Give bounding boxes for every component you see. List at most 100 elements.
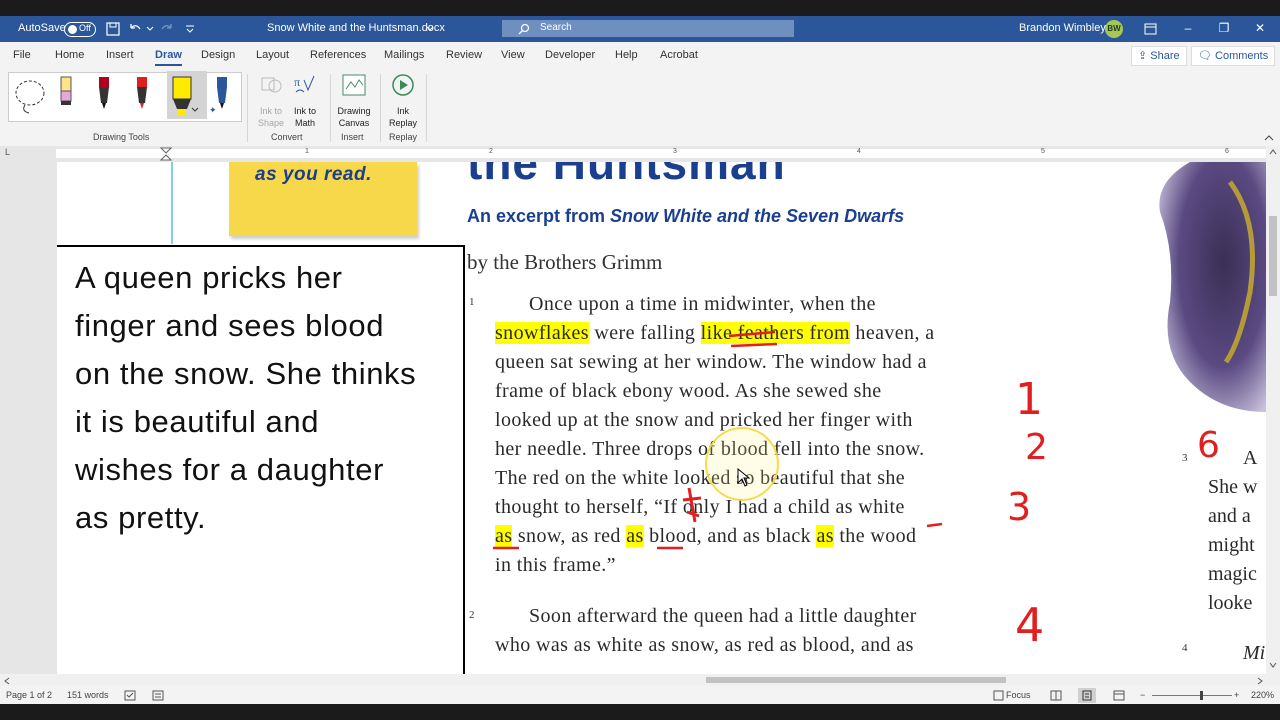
read-mode-icon[interactable]	[1050, 690, 1062, 701]
ink-to-math-button[interactable]: π Ink to Math	[288, 72, 322, 129]
ruler-number: 6	[1225, 148, 1229, 155]
illustration-image	[1159, 162, 1266, 412]
scroll-down-icon[interactable]	[1269, 662, 1277, 668]
ink-number: 2	[1025, 427, 1048, 468]
byline: by the Brothers Grimm	[467, 250, 663, 274]
ribbon-display-options-icon[interactable]	[1144, 23, 1157, 35]
scroll-thumb[interactable]	[1269, 216, 1277, 296]
autosave-toggle[interactable]: Off	[64, 22, 96, 37]
close-button[interactable]: ✕	[1250, 19, 1270, 37]
tab-references[interactable]: References	[310, 49, 366, 61]
ink-to-shape-icon	[261, 77, 282, 93]
macro-recording-icon[interactable]	[152, 690, 164, 701]
eraser-icon[interactable]	[55, 75, 77, 115]
action-pen-icon[interactable]: ✦	[209, 75, 235, 115]
focus-label[interactable]: Focus	[1006, 690, 1031, 700]
tab-selector-icon[interactable]: L	[5, 147, 10, 157]
zoom-level[interactable]: 220%	[1251, 690, 1274, 700]
zoom-slider-thumb[interactable]	[1200, 691, 1203, 700]
scroll-up-icon[interactable]	[1269, 149, 1277, 155]
tab-layout[interactable]: Layout	[256, 49, 289, 61]
svg-text:π: π	[294, 75, 300, 89]
pen-red-icon[interactable]	[131, 75, 153, 115]
tab-insert[interactable]: Insert	[106, 49, 134, 61]
drawing-canvas-button[interactable]: Drawing Canvas	[334, 72, 374, 129]
undo-icon[interactable]	[128, 22, 142, 36]
vertical-ruler	[6, 162, 16, 674]
tab-acrobat[interactable]: Acrobat	[660, 49, 698, 61]
ink-to-shape-button: Ink to Shape	[254, 72, 288, 129]
minimize-button[interactable]: –	[1178, 19, 1198, 37]
ink-number: 6	[1197, 425, 1220, 466]
pen-black-red-icon[interactable]	[93, 75, 115, 115]
page-count[interactable]: Page 1 of 2	[6, 690, 52, 700]
zoom-in-button[interactable]: +	[1234, 690, 1239, 700]
paragraph-number: 4	[1182, 642, 1188, 654]
ink-replay-button[interactable]: Ink Replay	[386, 72, 420, 129]
screen-top-strip	[0, 0, 1280, 16]
vertical-scrollbar[interactable]	[1266, 146, 1280, 674]
web-layout-icon[interactable]	[1113, 690, 1125, 701]
ink-to-math-label-1: Ink to	[293, 106, 316, 116]
ribbon: ✦ Drawing Tools Ink to Shape π Ink to Ma…	[0, 68, 1280, 147]
customize-toolbar-icon[interactable]	[185, 24, 195, 34]
document-title[interactable]: Snow White and the Huntsman.docx	[267, 22, 445, 34]
status-bar: Page 1 of 2 151 words Focus − + 220%	[0, 686, 1280, 704]
title-dropdown-icon[interactable]	[426, 26, 434, 32]
drawing-canvas-icon	[342, 74, 366, 96]
summary-line: on the snow. She thinks	[75, 356, 417, 391]
comment-icon: 🗨	[1198, 50, 1216, 62]
proofing-icon[interactable]	[124, 690, 136, 701]
ruler-number: 1	[305, 148, 309, 155]
tab-developer[interactable]: Developer	[545, 49, 595, 61]
tab-design[interactable]: Design	[201, 49, 235, 61]
focus-icon[interactable]	[993, 690, 1004, 701]
share-button[interactable]: ⇪ Share	[1131, 46, 1187, 66]
search-box[interactable]: Search	[502, 20, 794, 37]
collapse-ribbon-icon[interactable]	[1264, 134, 1274, 142]
tab-file[interactable]: File	[13, 49, 31, 61]
print-layout-icon[interactable]	[1081, 690, 1093, 701]
ruler-track	[56, 149, 1266, 158]
save-icon[interactable]	[106, 22, 120, 36]
ink-to-shape-label-2: Shape	[257, 118, 285, 128]
zoom-slider-track[interactable]	[1152, 695, 1232, 696]
word-count[interactable]: 151 words	[67, 690, 109, 700]
highlighter-dropdown-icon[interactable]	[191, 107, 199, 113]
document-page[interactable]: as you read. the Huntsman An excerpt fro…	[57, 162, 1266, 674]
share-icon: ⇪	[1138, 50, 1151, 62]
sticky-note-text: as you read.	[255, 164, 372, 185]
document-area[interactable]: as you read. the Huntsman An excerpt fro…	[0, 162, 1266, 674]
ink-to-math-label-2: Math	[294, 118, 315, 128]
h-scroll-thumb[interactable]	[706, 677, 1006, 683]
horizontal-ruler[interactable]: L 1 2 3 4 5 6	[0, 146, 1280, 162]
tab-view[interactable]: View	[501, 49, 525, 61]
title-bar: AutoSave Off Snow White and the Huntsman…	[0, 16, 1280, 42]
tab-mailings[interactable]: Mailings	[384, 49, 424, 61]
zoom-out-button[interactable]: −	[1140, 690, 1145, 700]
tab-draw[interactable]: Draw	[155, 49, 182, 66]
ink-number: 4	[1015, 598, 1045, 652]
ruler-number: 3	[673, 148, 677, 155]
subtitle-title: Snow White and the Seven Dwarfs	[610, 206, 905, 226]
body-line: looke	[1208, 592, 1253, 614]
summary-text-box[interactable]: A queen pricks her finger and sees blood…	[57, 245, 465, 674]
ink-number: 1	[1015, 374, 1043, 425]
scroll-left-icon[interactable]	[4, 677, 10, 685]
comments-button[interactable]: 🗨 Comments	[1191, 46, 1276, 66]
horizontal-scrollbar[interactable]	[0, 674, 1280, 686]
avatar[interactable]: BW	[1105, 20, 1123, 38]
drawing-canvas-label-1: Drawing	[337, 106, 371, 116]
page-heading: the Huntsman	[467, 162, 786, 189]
restore-button[interactable]: ❐	[1214, 19, 1234, 37]
lasso-select-icon[interactable]	[13, 77, 49, 115]
user-name[interactable]: Brandon Wimbley	[1019, 22, 1106, 34]
tab-home[interactable]: Home	[55, 49, 84, 61]
tab-help[interactable]: Help	[615, 49, 638, 61]
indent-marker-icon[interactable]	[160, 147, 172, 161]
tab-review[interactable]: Review	[446, 49, 482, 61]
mouse-pointer-icon	[737, 468, 751, 487]
undo-dropdown-icon[interactable]	[146, 25, 154, 33]
scroll-right-icon[interactable]	[1257, 677, 1263, 685]
cursor-highlight-circle	[705, 427, 779, 501]
